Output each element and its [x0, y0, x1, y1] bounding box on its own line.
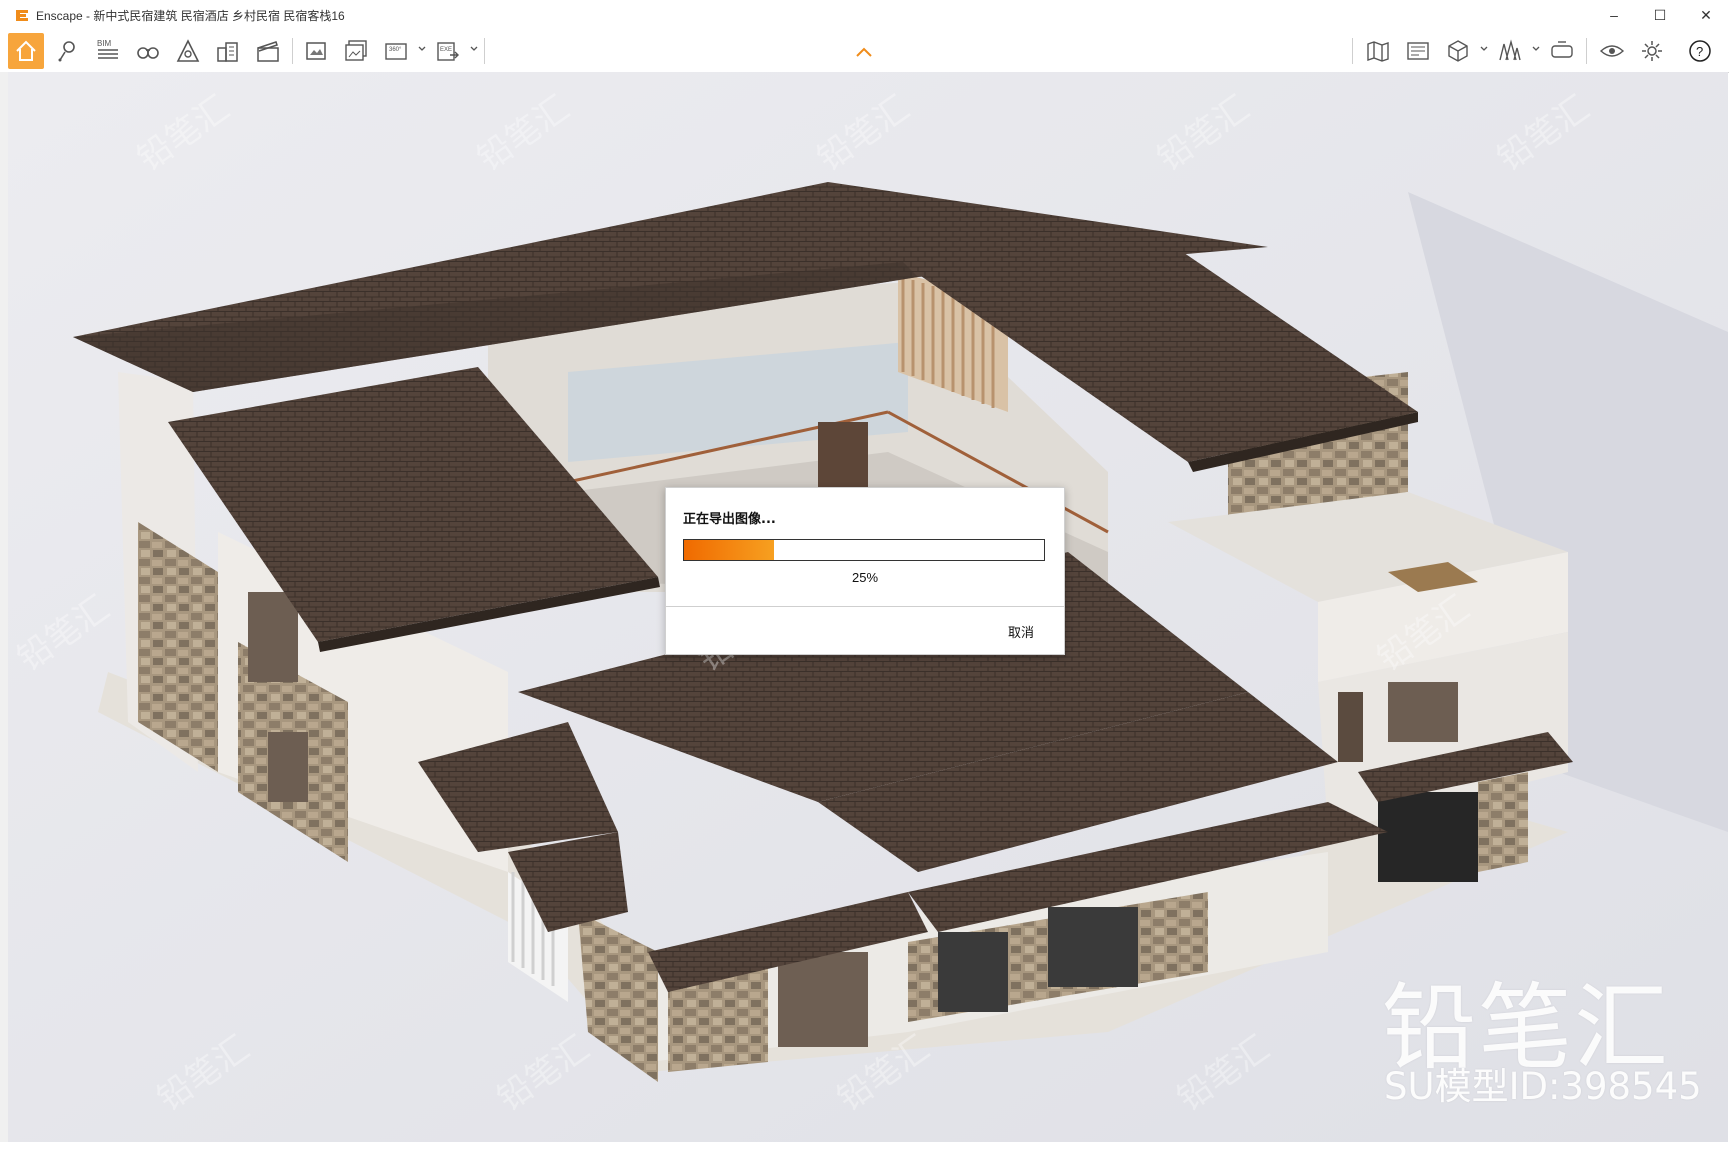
screenshot-icon [306, 42, 326, 60]
help-button[interactable]: ? [1682, 33, 1718, 69]
window-title: Enscape - 新中式民宿建筑 民宿酒店 乡村民宿 民宿客栈16 [36, 8, 345, 23]
watermark-model-id: SU模型ID:398545 [1384, 1065, 1702, 1108]
vr-button[interactable] [1544, 33, 1580, 69]
window-controls: – ☐ ✕ [1591, 0, 1729, 30]
cancel-button[interactable]: 取消 [1008, 622, 1034, 641]
enscape-window: Enscape - 新中式民宿建筑 民宿酒店 乡村民宿 民宿客栈16 – ☐ ✕… [0, 0, 1729, 1151]
site-context-button[interactable] [1492, 33, 1528, 69]
chevron-down-icon[interactable] [469, 44, 479, 54]
render-image-button[interactable] [298, 33, 334, 69]
export-button[interactable]: EXE [430, 33, 466, 69]
svg-text:铅笔汇: 铅笔汇 [830, 1028, 936, 1119]
visual-settings-icon [176, 39, 200, 62]
chevron-down-icon[interactable] [417, 44, 427, 54]
panorama-360-icon: 360° [385, 43, 407, 60]
eye-icon [1599, 45, 1625, 57]
export-progress-dialog: 正在导出图像... 25% 取消 [665, 487, 1065, 655]
walk-mode-button[interactable] [130, 33, 166, 69]
clapperboard-icon [257, 41, 279, 62]
title-bar: Enscape - 新中式民宿建筑 民宿酒店 乡村民宿 民宿客栈16 – ☐ ✕ [0, 0, 1729, 30]
view-management-icon [1407, 42, 1429, 60]
svg-text:铅笔汇: 铅笔汇 [150, 1028, 256, 1119]
toolbar-separator [292, 38, 293, 64]
toolbar-separator [1352, 38, 1353, 64]
svg-text:BIM: BIM [97, 39, 112, 48]
svg-text:铅笔汇: 铅笔汇 [470, 88, 576, 179]
home-button[interactable] [8, 33, 44, 69]
svg-text:铅笔汇: 铅笔汇 [490, 1028, 596, 1119]
maximize-button[interactable]: ☐ [1637, 0, 1683, 30]
site-context-icon [1499, 39, 1521, 61]
svg-text:铅笔汇: 铅笔汇 [1170, 1028, 1276, 1119]
home-icon [16, 40, 36, 61]
objects-button[interactable] [210, 33, 246, 69]
window-bottom-edge [0, 1142, 1729, 1151]
minimize-button[interactable]: – [1591, 0, 1637, 30]
svg-text:铅笔汇: 铅笔汇 [1150, 88, 1256, 179]
progress-bar [683, 539, 1045, 561]
chevron-down-icon[interactable] [1531, 44, 1541, 54]
svg-text:?: ? [1696, 44, 1703, 59]
help-icon: ? [1689, 40, 1711, 62]
toolbar-separator [484, 38, 485, 64]
dialog-title: 正在导出图像... [683, 512, 776, 527]
map-pin-icon [58, 41, 75, 62]
chevron-down-icon[interactable] [1479, 44, 1489, 54]
enscape-logo-icon [16, 10, 28, 21]
binoculars-icon [137, 47, 159, 59]
progress-percent: 25% [851, 570, 879, 585]
dialog-divider [666, 606, 1064, 607]
batch-render-button[interactable] [338, 33, 374, 69]
site-map-button[interactable] [1360, 33, 1396, 69]
svg-text:铅笔汇: 铅笔汇 [10, 588, 116, 679]
export-exe-icon: EXE [437, 42, 459, 61]
batch-render-icon [345, 40, 367, 61]
location-button[interactable] [50, 33, 86, 69]
close-button[interactable]: ✕ [1683, 0, 1729, 30]
svg-text:铅笔汇: 铅笔汇 [1490, 88, 1596, 179]
progress-bar-fill [684, 540, 774, 560]
map-icon [1367, 41, 1389, 62]
vr-headset-icon [1551, 41, 1573, 58]
svg-text:铅笔汇: 铅笔汇 [130, 88, 236, 179]
video-editor-button[interactable] [250, 33, 286, 69]
bim-button[interactable]: BIM [90, 33, 126, 69]
svg-text:EXE: EXE [440, 47, 452, 53]
settings-gear-icon [1642, 41, 1662, 61]
views-button[interactable] [1400, 33, 1436, 69]
panorama-button[interactable]: 360° [378, 33, 414, 69]
asset-library-icon [1448, 40, 1468, 62]
collapse-toolbar-chevron-icon[interactable] [855, 46, 873, 58]
asset-library-button[interactable] [1440, 33, 1476, 69]
visibility-button[interactable] [1594, 33, 1630, 69]
svg-text:铅笔汇: 铅笔汇 [1370, 588, 1476, 679]
visual-settings-button[interactable] [170, 33, 206, 69]
svg-text:360°: 360° [389, 47, 402, 53]
settings-button[interactable] [1634, 33, 1670, 69]
buildings-icon [217, 42, 238, 62]
svg-text:铅笔汇: 铅笔汇 [810, 88, 916, 179]
toolbar-separator [1586, 38, 1587, 64]
bim-icon: BIM [97, 39, 118, 59]
